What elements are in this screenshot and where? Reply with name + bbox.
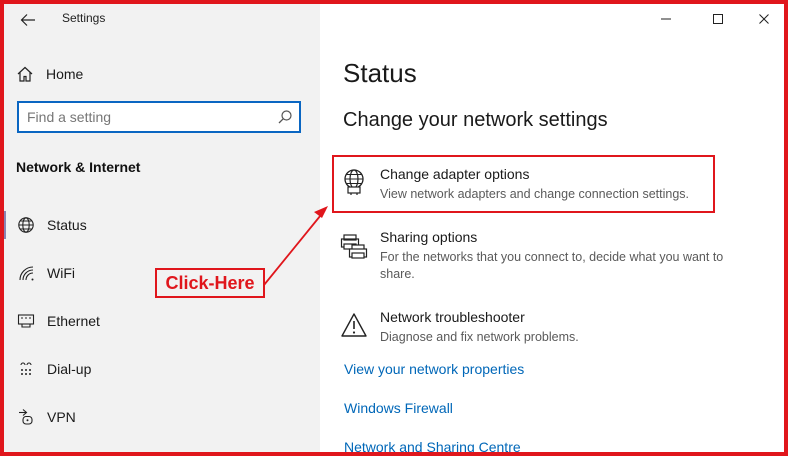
- page-title: Status: [343, 58, 417, 88]
- sidebar-item-label: Status: [47, 217, 87, 233]
- window-title: Settings: [62, 11, 106, 25]
- search-box[interactable]: [17, 101, 301, 133]
- main-panel: Status Change your network settings Chan…: [320, 4, 784, 452]
- network-sharing-centre-link[interactable]: Network and Sharing Centre: [344, 439, 521, 452]
- globe-icon: [18, 217, 34, 233]
- option-description: View network adapters and change connect…: [380, 187, 689, 201]
- network-troubleshooter[interactable]: Network troubleshooter Diagnose and fix …: [340, 309, 760, 349]
- windows-firewall-link[interactable]: Windows Firewall: [344, 400, 453, 416]
- search-icon[interactable]: [277, 109, 293, 125]
- option-title: Network troubleshooter: [380, 309, 525, 325]
- sidebar-item-home-label: Home: [46, 66, 84, 82]
- back-arrow-icon: [20, 14, 35, 26]
- option-description: Diagnose and fix network problems.: [380, 330, 579, 344]
- sidebar-item-status[interactable]: Status: [4, 207, 320, 243]
- sidebar-item-label: VPN: [47, 409, 76, 425]
- view-network-properties-link[interactable]: View your network properties: [344, 361, 524, 377]
- sharing-icon: [340, 234, 368, 259]
- warning-icon: [341, 313, 367, 337]
- click-here-callout: Click-Here: [155, 268, 265, 298]
- sidebar: Settings Home Network & Internet Status …: [4, 4, 320, 452]
- sidebar-item-label: WiFi: [47, 265, 75, 281]
- dialup-icon: [20, 362, 32, 375]
- close-icon: [759, 14, 769, 24]
- vpn-icon: [19, 409, 33, 425]
- sidebar-item-ethernet[interactable]: Ethernet: [4, 303, 320, 339]
- minimize-icon: [661, 18, 671, 20]
- change-adapter-options[interactable]: Change adapter options View network adap…: [340, 166, 760, 206]
- section-title: Network & Internet: [16, 159, 141, 175]
- ethernet-icon: [17, 314, 35, 328]
- minimize-button[interactable]: [652, 8, 680, 30]
- section-heading: Change your network settings: [343, 109, 608, 131]
- close-button[interactable]: [750, 8, 778, 30]
- sidebar-item-label: Ethernet: [47, 313, 100, 329]
- option-title: Change adapter options: [380, 166, 530, 182]
- wifi-icon: [19, 266, 34, 281]
- sidebar-item-label: Dial-up: [47, 361, 92, 377]
- sidebar-item-vpn[interactable]: VPN: [4, 399, 320, 435]
- adapter-icon: [344, 169, 364, 195]
- option-title: Sharing options: [380, 229, 478, 245]
- search-input[interactable]: [27, 108, 272, 126]
- sharing-options[interactable]: Sharing options For the networks that yo…: [340, 229, 760, 287]
- maximize-icon: [713, 14, 723, 24]
- option-description: For the networks that you connect to, de…: [380, 250, 724, 281]
- back-button[interactable]: [16, 10, 40, 30]
- sidebar-item-dialup[interactable]: Dial-up: [4, 351, 320, 387]
- maximize-button[interactable]: [704, 8, 732, 30]
- sidebar-item-home[interactable]: Home: [16, 64, 83, 84]
- home-icon: [17, 66, 33, 82]
